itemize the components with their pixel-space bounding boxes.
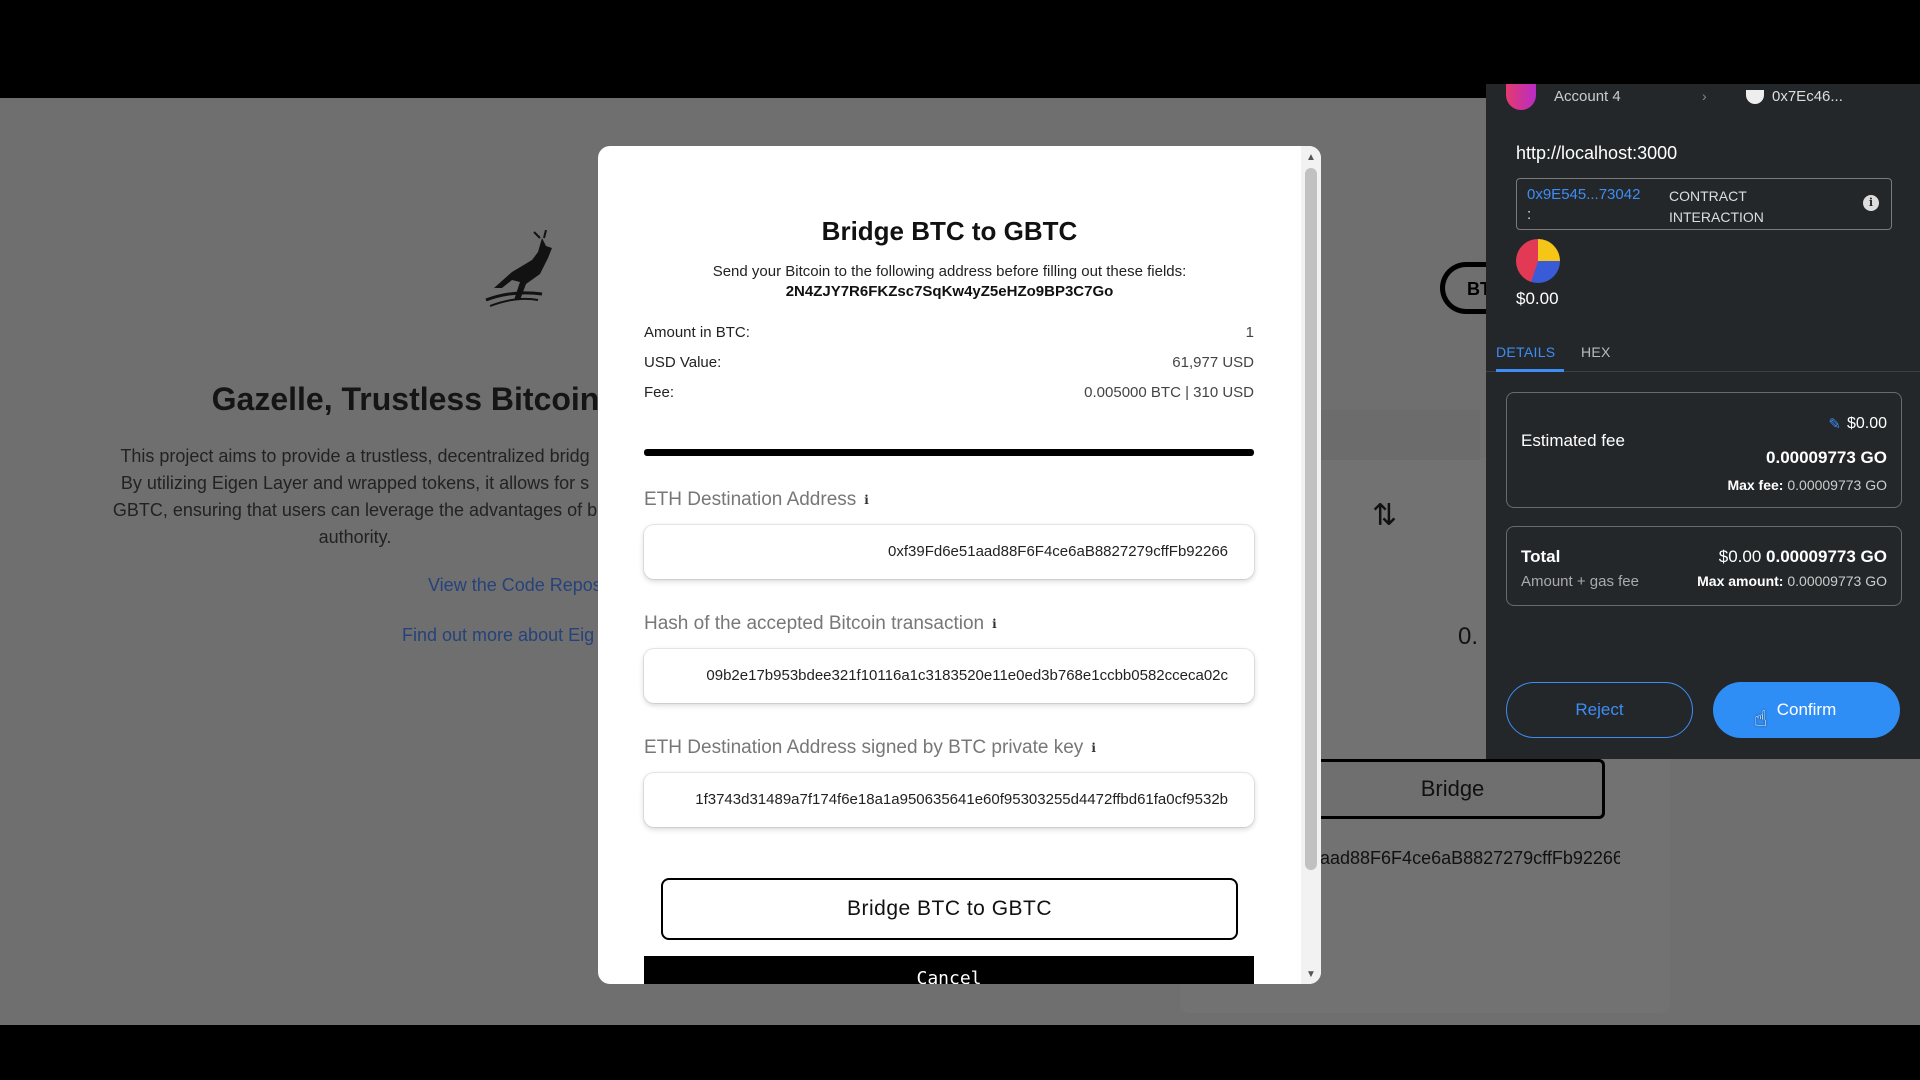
signed-address-label: ETH Destination Address signed by BTC pr… (644, 737, 1096, 759)
btc-tx-hash-label: Hash of the accepted Bitcoin transaction… (644, 613, 997, 635)
scroll-up-icon[interactable]: ▲ (1306, 152, 1316, 163)
account-name[interactable]: Account 4 (1554, 88, 1621, 105)
info-icon[interactable]: i (864, 493, 869, 507)
edit-pencil-icon[interactable]: ✎ (1828, 415, 1841, 433)
summary-divider (644, 449, 1254, 456)
wallet-tabs: DETAILS HEX (1486, 336, 1920, 372)
total-sub-label: Amount + gas fee (1521, 573, 1639, 590)
summary-value: 1 (1245, 324, 1254, 341)
scroll-down-icon[interactable]: ▼ (1306, 969, 1316, 980)
signed-address-input[interactable]: 1f3743d31489a7f174f6e18a1a950635641e60f9… (644, 773, 1254, 827)
background-description: This project aims to provide a trustless… (110, 443, 600, 551)
interaction-type-line: INTERACTION (1669, 209, 1764, 225)
chevron-right-icon: › (1702, 88, 1707, 104)
token-avatar (1516, 239, 1560, 283)
modal-title: Bridge BTC to GBTC (821, 216, 1078, 246)
max-amount-label: Max amount: (1697, 573, 1784, 589)
btc-deposit-address: 2N4ZJY7R6FKZsc7SqKw4yZ5eHZo9BP3C7Go (785, 283, 1114, 300)
background-title: Gazelle, Trustless Bitcoin- (211, 381, 610, 417)
background-amount: 0. (1458, 623, 1479, 650)
eth-address-input[interactable]: 0xf39Fd6e51aad88F6F4ce6aB8827279cffFb922… (644, 525, 1254, 579)
active-tab-indicator (1496, 369, 1564, 372)
contract-address-link[interactable]: 0x9E545...73042 (1527, 186, 1640, 203)
request-origin: http://localhost:3000 (1516, 143, 1678, 163)
confirm-button[interactable]: Confirm (1713, 682, 1900, 738)
info-icon[interactable]: i (1091, 741, 1096, 755)
wallet-popup: Account 4 › 0x7Ec46... http://localhost:… (1486, 84, 1920, 759)
field-label-text: ETH Destination Address (644, 489, 857, 510)
network-address: 0x7Ec46... (1772, 88, 1843, 105)
summary-label: Amount in BTC: (644, 324, 750, 341)
wallet-header: Account 4 › 0x7Ec46... (1486, 84, 1920, 122)
contract-colon: : (1527, 206, 1532, 223)
estimated-fee-usd: ✎ $0.00 (1828, 415, 1887, 433)
summary-value: 61,977 USD (1172, 354, 1254, 371)
scroll-thumb[interactable] (1305, 168, 1317, 870)
description-line: authority. (318, 527, 392, 547)
summary-value: 0.005000 BTC | 310 USD (1084, 384, 1254, 401)
total-go: 0.00009773 GO (1766, 547, 1887, 566)
account-avatar (1506, 84, 1536, 110)
contract-interaction-box: 0x9E545...73042 : CONTRACT INTERACTION i (1516, 178, 1892, 230)
screen-bottom-bar (0, 1025, 1920, 1080)
total-value: $0.00 0.00009773 GO (1719, 547, 1887, 567)
eth-address-label: ETH Destination Address i (644, 489, 869, 511)
estimated-fee-label: Estimated fee (1521, 431, 1625, 450)
btc-tx-hash-input[interactable]: 09b2e17b953bdee321f10116a1c3183520e11e0e… (644, 649, 1254, 703)
info-icon[interactable]: i (992, 617, 997, 631)
total-usd: $0.00 (1718, 547, 1762, 566)
summary-row-usd: USD Value: 61,977 USD (644, 354, 1254, 371)
summary-label: USD Value: (644, 354, 722, 371)
info-icon[interactable]: i (1863, 195, 1879, 211)
gazelle-logo-icon (485, 230, 552, 307)
reject-button[interactable]: Reject (1506, 682, 1693, 738)
description-line: GBTC, ensuring that users can leverage t… (112, 500, 598, 520)
max-fee-label: Max fee: (1727, 477, 1784, 493)
estimated-fee-usd-value: $0.00 (1846, 415, 1887, 432)
summary-row-amount: Amount in BTC: 1 (644, 324, 1254, 341)
description-line: This project aims to provide a trustless… (120, 446, 590, 466)
description-line: By utilizing Eigen Layer and wrapped tok… (120, 473, 590, 493)
code-repo-link[interactable]: View the Code Repos (428, 575, 600, 596)
max-fee: Max fee: 0.00009773 GO (1727, 477, 1887, 493)
swap-vertical-icon[interactable]: ⇅ (1372, 498, 1397, 533)
cancel-button[interactable]: Cancel (644, 956, 1254, 984)
total-label: Total (1521, 547, 1561, 566)
total-card: Total Amount + gas fee $0.00 0.00009773 … (1506, 526, 1902, 606)
modal-instruction: Send your Bitcoin to the following addre… (712, 263, 1187, 280)
eigen-layer-link[interactable]: Find out more about Eig (402, 625, 600, 646)
estimated-fee-go: 0.00009773 GO (1766, 448, 1887, 467)
max-fee-value: 0.00009773 GO (1787, 477, 1887, 493)
background-bridge-button[interactable]: Bridge (1300, 759, 1605, 819)
max-amount-value: 0.00009773 GO (1787, 573, 1887, 589)
max-amount: Max amount: 0.00009773 GO (1697, 573, 1887, 589)
summary-row-fee: Fee: 0.005000 BTC | 310 USD (644, 384, 1254, 401)
field-label-text: Hash of the accepted Bitcoin transaction (644, 613, 985, 634)
bridge-modal: Bridge BTC to GBTC Send your Bitcoin to … (598, 146, 1321, 984)
field-label-text: ETH Destination Address signed by BTC pr… (644, 737, 1084, 758)
background-address: aad88F6F4ce6aB8827279cffFb92266 (1320, 848, 1620, 868)
interaction-type: CONTRACT INTERACTION (1669, 186, 1764, 228)
bridge-btc-to-gbtc-button[interactable]: Bridge BTC to GBTC (661, 878, 1238, 940)
network-icon (1746, 89, 1764, 104)
balance-value: $0.00 (1516, 289, 1559, 308)
tab-hex[interactable]: HEX (1581, 344, 1611, 360)
summary-label: Fee: (644, 384, 675, 401)
estimated-fee-card: Estimated fee ✎ $0.00 0.00009773 GO Max … (1506, 392, 1902, 508)
tab-details[interactable]: DETAILS (1496, 344, 1555, 360)
network-selector[interactable]: 0x7Ec46... (1746, 88, 1843, 105)
modal-scrollbar[interactable]: ▲ ▼ (1301, 146, 1321, 984)
hand-cursor-icon: ☝ (1754, 706, 1768, 731)
background-card-field (1320, 410, 1480, 460)
interaction-type-line: CONTRACT (1669, 188, 1747, 204)
